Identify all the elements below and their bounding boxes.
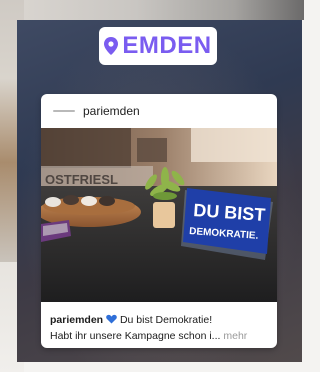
caption-line-2: Habt ihr unsere Kampagne schon i... mehr bbox=[50, 328, 268, 344]
post-photo-scene: OSTFRIESL DU BIST DEMOKRATIE. bbox=[41, 128, 277, 302]
caption-text-1: Du bist Demokratie! bbox=[119, 314, 213, 326]
blue-heart-icon bbox=[106, 314, 117, 324]
shelf-text: OSTFRIESL bbox=[45, 172, 118, 187]
caption-username[interactable]: pariemden bbox=[50, 314, 103, 326]
post-username[interactable]: pariemden bbox=[83, 104, 140, 118]
location-label: EMDEN bbox=[122, 32, 212, 59]
post-header: pariemden bbox=[41, 94, 277, 128]
background-photo-top bbox=[24, 0, 304, 20]
embedded-post-card[interactable]: pariemden OSTFRIESL DU BIST DEMOKRATIE. … bbox=[41, 94, 277, 348]
story-frame[interactable]: EMDEN pariemden OSTFRIESL DU BIST DEMOKR… bbox=[17, 20, 302, 362]
post-photo[interactable]: OSTFRIESL DU BIST DEMOKRATIE. bbox=[41, 128, 277, 302]
more-link[interactable]: mehr bbox=[223, 330, 247, 342]
caption-line-1: pariemden Du bist Demokratie! bbox=[50, 312, 268, 328]
location-sticker[interactable]: EMDEN bbox=[99, 27, 217, 65]
avatar[interactable] bbox=[53, 110, 75, 112]
caption-text-2: Habt ihr unsere Kampagne schon i... bbox=[50, 330, 221, 342]
plant-pot bbox=[153, 202, 175, 228]
post-caption: pariemden Du bist Demokratie! Habt ihr u… bbox=[41, 302, 277, 344]
location-pin-icon bbox=[104, 37, 119, 55]
